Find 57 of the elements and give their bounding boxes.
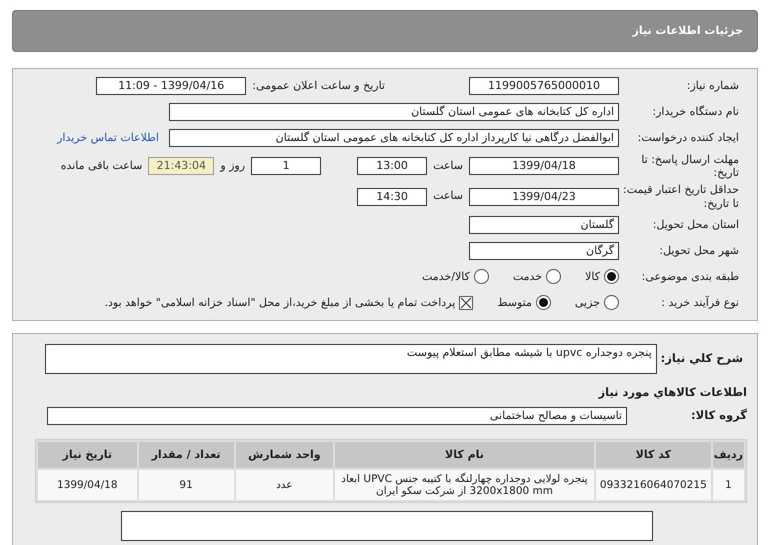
section-title: اطلاعات كالاهاي مورد نياز <box>597 384 747 401</box>
field-label: ایجاد کننده درخواست: <box>636 131 740 145</box>
radio-button[interactable] <box>604 295 619 310</box>
input-field[interactable]: 1399/04/23 <box>469 188 619 206</box>
input-field[interactable]: 13:00 <box>357 157 428 176</box>
countdown-field: 21:43:04 <box>148 157 214 176</box>
input-field[interactable]: 14:30 <box>357 188 428 206</box>
column-header: ردیف <box>712 442 744 468</box>
radio-button[interactable] <box>474 269 489 284</box>
field-label: شهر محل تحویل: <box>658 244 740 258</box>
field-label: شرح كلي نياز: <box>660 350 744 366</box>
contact-link[interactable]: اطلاعات تماس خریدار <box>57 130 159 146</box>
field-label: تاریخ و ساعت اعلان عمومی: <box>251 78 386 94</box>
input-field[interactable]: گلستان <box>469 216 619 234</box>
field-label: مهلت ارسال پاسخ: تا تاریخ: <box>640 153 740 180</box>
input-field[interactable]: تاسیسات و مصالح ساختمانی <box>47 407 627 425</box>
field-label: ساعت باقی مانده <box>60 158 144 174</box>
input-field[interactable]: 1199005765000010 <box>469 77 619 95</box>
field-label: ساعت <box>432 158 464 174</box>
field-label: طبقه بندی موضوعی: <box>640 270 740 284</box>
input-field[interactable]: گرگان <box>469 242 619 260</box>
column-header: کد کالا <box>596 442 711 468</box>
field-label: شماره نیاز: <box>686 79 740 93</box>
table-cell: 1 <box>712 470 744 500</box>
table-cell: پنجره لولایی دوجداره چهارلنگه با کتیبه جنس UPVC ابعاد 3200x1800 mm از شرکت سکو ایران <box>335 470 594 500</box>
option-label: جزیی <box>574 294 600 311</box>
input-field[interactable]: 1 <box>251 157 322 176</box>
field-label: استان محل تحویل: <box>652 218 740 232</box>
column-header: واحد شمارش <box>236 442 334 468</box>
description-field[interactable]: پنجره دوجداره upvc با شیشه مطابق استعلام پیوست <box>44 344 657 374</box>
radio-button[interactable] <box>546 269 562 284</box>
column-header: تاریخ نیاز <box>38 442 137 468</box>
option-label: کالا/خدمت <box>422 268 470 284</box>
checkbox[interactable] <box>459 296 474 310</box>
field-label: روز و <box>218 158 246 174</box>
option-label: متوسط <box>497 294 532 311</box>
field-label: نام دستگاه خریدار: <box>651 105 740 119</box>
field-label: حداقل تاریخ اعتبار قیمت: تا تاریخ: <box>622 183 740 210</box>
column-header: تعداد / مقدار <box>138 442 234 468</box>
page-title: جزئیات اطلاعات نیاز <box>632 22 743 39</box>
option-label: کالا <box>585 268 600 284</box>
table-cell: 91 <box>138 470 234 500</box>
radio-button[interactable] <box>604 269 619 284</box>
table-cell: 0933216064070215 <box>596 470 711 500</box>
table-cell: عدد <box>236 470 334 500</box>
input-field[interactable]: 1399/04/16 - 11:09 <box>96 77 246 95</box>
option-label: خدمت <box>512 268 542 284</box>
input-field[interactable]: اداره کل کتابخانه های عمومی استان گلستان <box>169 103 619 121</box>
field-label: نوع فرآیند خرید : <box>660 296 740 310</box>
checkbox-label: پرداخت تمام یا بخشی از مبلغ خرید،از محل "اسناد خزانه اسلامی" خواهد بود. <box>104 294 456 311</box>
field-label: ساعت <box>432 188 464 204</box>
input-field[interactable]: 1399/04/18 <box>469 157 619 176</box>
field-label: گروه کالا: <box>690 407 747 424</box>
radio-button[interactable] <box>536 295 551 310</box>
column-header: نام کالا <box>335 442 594 468</box>
table-cell: 1399/04/18 <box>38 470 137 500</box>
input-field[interactable]: ابوالفضل درگاهی نیا کارپرداز اداره کل کتابخانه های عمومی استان گلستان <box>169 129 619 147</box>
